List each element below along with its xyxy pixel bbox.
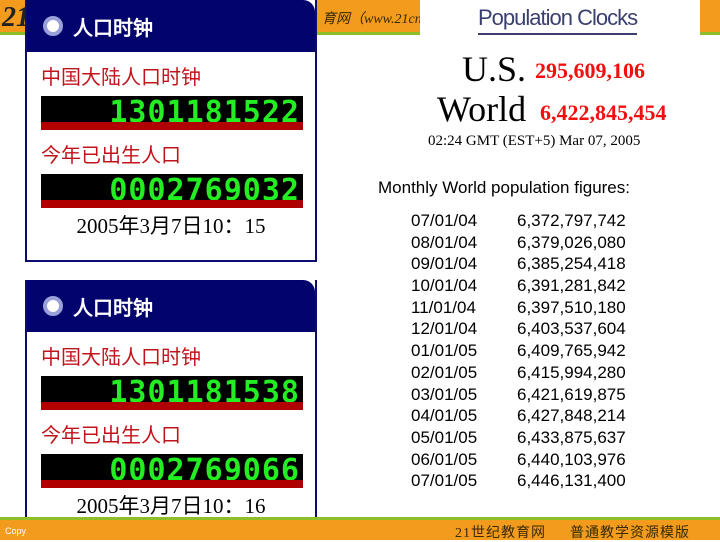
births-display: 0002769066 bbox=[41, 454, 303, 488]
row-value: 6,415,994,280 bbox=[517, 362, 626, 382]
births-display: 0002769032 bbox=[41, 174, 303, 208]
row-date: 09/01/04 bbox=[411, 254, 478, 274]
row-value: 6,372,797,742 bbox=[517, 211, 626, 230]
panel-title: 人口时钟 bbox=[73, 17, 153, 40]
china-population-label: 中国大陆人口时钟 bbox=[41, 347, 201, 369]
panel-title: 人口时钟 bbox=[73, 297, 153, 320]
monthly-row: 05/01/05 6,433,875,637 bbox=[411, 427, 626, 449]
row-date: 04/01/05 bbox=[411, 406, 478, 426]
radio-icon bbox=[43, 16, 63, 36]
monthly-row: 03/01/05 6,421,619,875 bbox=[411, 384, 626, 406]
monthly-row: 02/01/05 6,415,994,280 bbox=[411, 362, 626, 384]
monthly-row: 04/01/05 6,427,848,214 bbox=[411, 405, 626, 427]
world-label: World bbox=[437, 89, 527, 129]
row-value: 6,433,875,637 bbox=[517, 427, 626, 447]
row-date: 10/01/04 bbox=[411, 276, 478, 296]
monthly-row: 07/01/04 6,372,797,742 bbox=[411, 210, 626, 232]
copyright: Copy bbox=[5, 526, 27, 536]
row-date: 07/01/05 bbox=[411, 471, 478, 491]
us-population: 295,609,106 bbox=[535, 58, 645, 83]
population-clocks: Population Clocks U.S. 295,609,106 World… bbox=[420, 0, 700, 160]
footer-band: Copy 21世纪教育网 普通教学资源模版 bbox=[0, 517, 720, 541]
births-label: 今年已出生人口 bbox=[41, 145, 181, 167]
timestamp: 2005年3月7日10：15 bbox=[76, 214, 266, 238]
china-population-display: 1301181522 bbox=[41, 96, 303, 130]
row-date: 02/01/05 bbox=[411, 362, 478, 382]
row-date: 12/01/04 bbox=[411, 319, 478, 339]
clock-time: 02:24 GMT (EST+5) Mar 07, 2005 bbox=[428, 133, 641, 149]
footer-slogan: 普通教学资源模版 bbox=[570, 526, 690, 541]
monthly-title: Monthly World population figures: bbox=[378, 178, 630, 197]
row-date: 05/01/05 bbox=[411, 427, 478, 447]
china-population-display: 1301181538 bbox=[41, 376, 303, 410]
row-value: 6,440,103,976 bbox=[517, 449, 626, 469]
row-date: 01/01/05 bbox=[411, 341, 478, 361]
population-clock-panel-2: 人口时钟 中国大陆人口时钟 1301181538 今年已出生人口 0002769… bbox=[25, 280, 317, 540]
monthly-list: 07/01/04 6,372,797,742 08/01/04 6,379,026,0… bbox=[411, 210, 626, 492]
monthly-row: 01/01/05 6,409,765,942 bbox=[411, 340, 626, 362]
row-value: 6,391,281,842 bbox=[517, 276, 626, 296]
monthly-row: 12/01/04 6,403,537,604 bbox=[411, 318, 626, 340]
row-value: 6,427,848,214 bbox=[517, 406, 626, 426]
row-value: 6,421,619,875 bbox=[517, 384, 626, 404]
row-value: 6,397,510,180 bbox=[517, 297, 626, 317]
timestamp: 2005年3月7日10：16 bbox=[76, 494, 266, 518]
row-value: 6,379,026,080 bbox=[517, 232, 626, 252]
monthly-row: 08/01/04 6,379,026,080 bbox=[411, 232, 626, 254]
population-clocks-title: Population Clocks bbox=[478, 5, 638, 35]
population-clock-panel-1: 人口时钟 中国大陆人口时钟 1301181522 今年已出生人口 0002769… bbox=[25, 0, 317, 262]
monthly-row: 06/01/05 6,440,103,976 bbox=[411, 449, 626, 471]
row-date: 03/01/05 bbox=[411, 384, 478, 404]
monthly-row: 07/01/05 6,446,131,400 bbox=[411, 470, 626, 492]
panel-header: 人口时钟 bbox=[27, 280, 315, 332]
row-value: 6,446,131,400 bbox=[517, 471, 626, 491]
header-site-text: 育网（www.21cn bbox=[322, 12, 422, 27]
row-date: 11/01/04 bbox=[411, 297, 476, 317]
row-date: 06/01/05 bbox=[411, 449, 478, 469]
monthly-row: 09/01/04 6,385,254,418 bbox=[411, 253, 626, 275]
world-population: 6,422,845,454 bbox=[540, 100, 667, 125]
us-label: U.S. bbox=[462, 49, 527, 89]
panel-header: 人口时钟 bbox=[27, 0, 315, 52]
footer-site: 21世纪教育网 bbox=[455, 526, 546, 541]
china-population-label: 中国大陆人口时钟 bbox=[41, 67, 201, 89]
row-value: 6,403,537,604 bbox=[517, 319, 626, 339]
monthly-row: 10/01/04 6,391,281,842 bbox=[411, 275, 626, 297]
row-value: 6,409,765,942 bbox=[517, 341, 626, 361]
row-date: 08/01/04 bbox=[411, 232, 478, 252]
births-label: 今年已出生人口 bbox=[41, 425, 181, 447]
radio-icon bbox=[43, 296, 63, 316]
row-value: 6,385,254,418 bbox=[517, 254, 626, 274]
row-date: 07/01/04 bbox=[411, 211, 478, 230]
monthly-row: 11/01/04 6,397,510,180 bbox=[411, 297, 626, 319]
